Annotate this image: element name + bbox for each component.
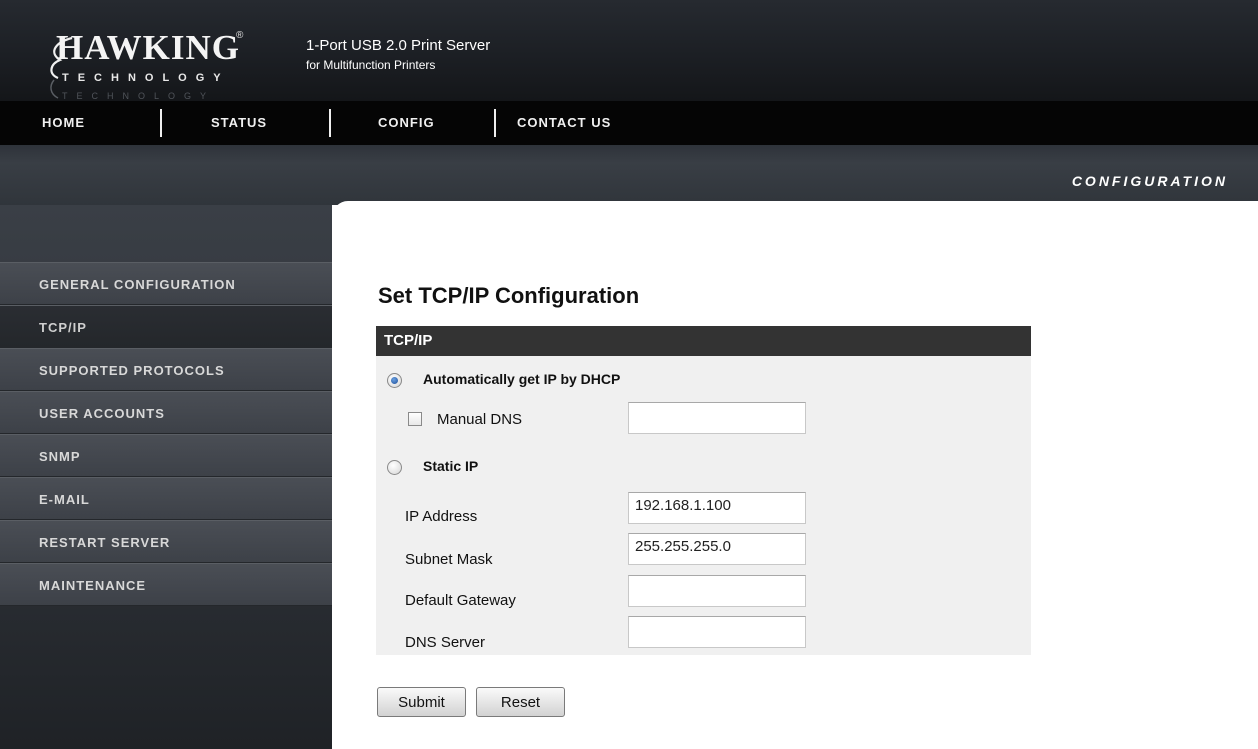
default-gateway-input[interactable]	[628, 575, 806, 607]
sidebar-item-general-configuration[interactable]: GENERAL CONFIGURATION	[0, 262, 332, 305]
manual-dns-label: Manual DNS	[437, 411, 523, 428]
ip-address-label: IP Address	[405, 508, 478, 525]
product-subtitle: for Multifunction Printers	[306, 58, 436, 72]
static-ip-label: Static IP	[423, 458, 479, 474]
nav-config[interactable]: CONFIG	[378, 101, 435, 145]
submit-button[interactable]: Submit	[377, 687, 466, 717]
brand-subtitle: TECHNOLOGY	[62, 72, 230, 84]
reset-button[interactable]: Reset	[476, 687, 565, 717]
section-title: CONFIGURATION	[1071, 173, 1228, 189]
dhcp-radio[interactable]	[387, 373, 402, 388]
nav-home[interactable]: HOME	[42, 101, 85, 145]
ip-address-input[interactable]	[628, 492, 806, 524]
dns-server-label: DNS Server	[405, 634, 486, 651]
default-gateway-label: Default Gateway	[405, 592, 516, 609]
dhcp-label: Automatically get IP by DHCP	[423, 371, 621, 387]
sidebar-item-restart-server[interactable]: RESTART SERVER	[0, 520, 332, 563]
top-nav: HOME STATUS CONFIG CONTACT US	[0, 101, 1258, 145]
form-header: TCP/IP	[376, 326, 1031, 356]
header-bar: HAWKING ® TECHNOLOGY TECHNOLOGY 1-Port U…	[0, 0, 1258, 101]
sidebar-item-supported-protocols[interactable]: SUPPORTED PROTOCOLS	[0, 348, 332, 391]
nav-separator	[494, 109, 496, 137]
sidebar-item-snmp[interactable]: SNMP	[0, 434, 332, 477]
sidebar-item-tcp-ip[interactable]: TCP/IP	[0, 305, 332, 348]
nav-status[interactable]: STATUS	[211, 101, 267, 145]
brand-subtitle-reflection: TECHNOLOGY	[62, 91, 216, 101]
nav-separator	[329, 109, 331, 137]
page-title: Set TCP/IP Configuration	[378, 283, 640, 308]
nav-separator	[160, 109, 162, 137]
sidebar-menu: GENERAL CONFIGURATION TCP/IP SUPPORTED P…	[0, 262, 332, 606]
subnet-mask-label: Subnet Mask	[405, 551, 493, 568]
brand-wordmark: HAWKING	[56, 28, 240, 67]
sidebar-item-maintenance[interactable]: MAINTENANCE	[0, 563, 332, 606]
hawking-logo[interactable]: HAWKING ® TECHNOLOGY TECHNOLOGY	[22, 14, 252, 101]
sidebar-item-e-mail[interactable]: E-MAIL	[0, 477, 332, 520]
dns-server-input[interactable]	[628, 616, 806, 648]
manual-dns-checkbox[interactable]	[408, 412, 422, 426]
subnet-mask-input[interactable]	[628, 533, 806, 565]
registered-mark: ®	[236, 30, 244, 41]
static-ip-radio[interactable]	[387, 460, 402, 475]
sidebar-item-user-accounts[interactable]: USER ACCOUNTS	[0, 391, 332, 434]
product-title: 1-Port USB 2.0 Print Server	[306, 37, 491, 54]
nav-contact-us[interactable]: CONTACT US	[517, 101, 611, 145]
section-band: CONFIGURATION	[0, 145, 1258, 205]
manual-dns-input[interactable]	[628, 402, 806, 434]
